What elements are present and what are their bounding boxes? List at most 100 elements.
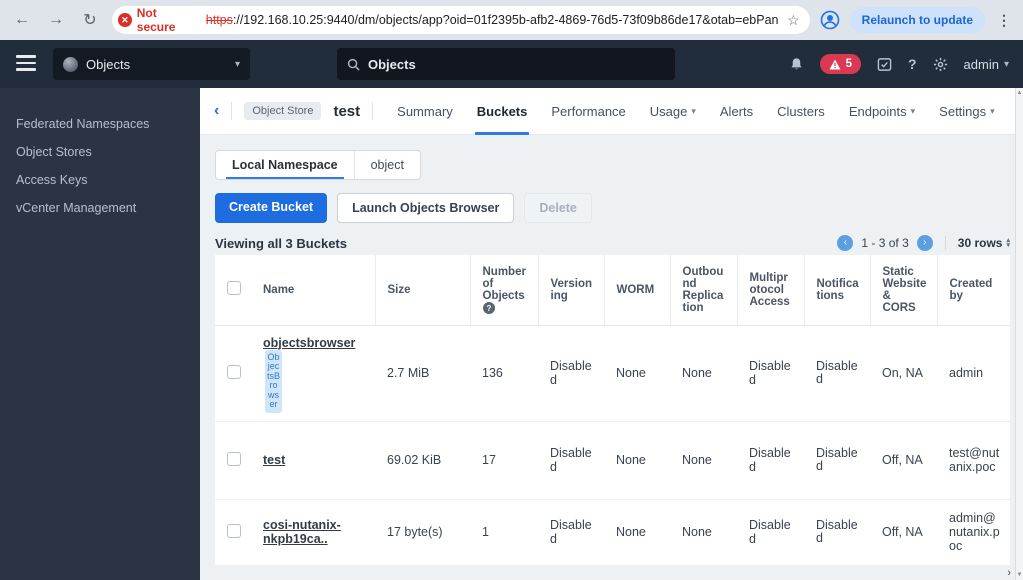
versioning-cell: Disabled (550, 359, 592, 387)
url-protocol: https (205, 13, 233, 27)
user-menu[interactable]: admin ▾ (964, 57, 1009, 72)
col-outbound-replication: Outbound Replication (669, 255, 737, 326)
chevron-down-icon: ▾ (910, 105, 916, 116)
objects-count-cell: 17 (470, 420, 538, 499)
sidebar-item-vcenter-management[interactable]: vCenter Management (0, 194, 200, 222)
namespace-tabs: Local Namespace object (215, 150, 421, 180)
multiprotocol-access-cell: Disabled (749, 359, 791, 387)
col-worm: WORM (603, 255, 670, 326)
tasks-icon[interactable] (877, 57, 892, 72)
danger-icon: ✕ (118, 13, 132, 27)
address-bar[interactable]: ✕ Not secure https://192.168.10.25:9440/… (112, 6, 810, 34)
col-notifications: Notifications (803, 255, 870, 326)
bucket-name-link[interactable]: objectsbrowser (263, 336, 355, 350)
tab-summary[interactable]: Summary (397, 88, 453, 135)
reload-icon[interactable]: ↻ (78, 8, 102, 32)
size-cell: 2.7 MiB (387, 366, 430, 380)
size-cell: 69.02 KiB (375, 420, 470, 499)
col-multiprotocol-access: Multiprotocol Access (736, 255, 804, 326)
notifications-cell: Disabled (804, 498, 870, 565)
scroll-down-icon[interactable]: ▼ (1016, 572, 1023, 578)
tab-endpoints[interactable]: Endpoints ▾ (849, 88, 915, 135)
select-all-checkbox[interactable] (227, 281, 241, 296)
buckets-table: Name Size Number of Objects ? Versioning… (215, 255, 1010, 565)
app-selector[interactable]: Objects ▾ (53, 48, 250, 80)
row-checkbox[interactable] (227, 364, 241, 379)
notifications-cell: Disabled (804, 420, 870, 499)
entity-header: ‹ Object Store test Summary Buckets Perf… (200, 88, 1015, 135)
entity-name: test (333, 102, 361, 120)
warning-icon (829, 59, 841, 69)
tab-alerts[interactable]: Alerts (720, 88, 753, 135)
browser-menu-icon[interactable]: ⋮ (995, 12, 1013, 29)
notifications-cell: Disabled (816, 359, 858, 386)
table-row: objectsbrowserObjectsBrowser 2.7 MiB 136… (215, 325, 1010, 421)
tab-buckets[interactable]: Buckets (474, 88, 529, 135)
outbound-replication-cell: None (670, 498, 737, 565)
col-size: Size (374, 255, 470, 326)
delete-button: Delete (524, 193, 592, 223)
bucket-name-cell: test (251, 420, 375, 499)
objects-app-icon (63, 56, 78, 72)
search-value: Objects (368, 56, 416, 72)
not-secure-badge[interactable]: ✕ Not secure (118, 6, 198, 34)
forward-icon[interactable]: → (44, 8, 68, 32)
global-search-input[interactable]: Objects (337, 48, 675, 80)
sidebar-item-object-stores[interactable]: Object Stores (0, 138, 200, 166)
versioning-cell: Disabled (538, 498, 604, 565)
alerts-badge[interactable]: 5 (819, 54, 861, 74)
tab-usage[interactable]: Usage ▾ (650, 88, 696, 135)
sidebar-item-federated-namespaces[interactable]: Federated Namespaces (0, 110, 200, 138)
size-cell: 17 byte(s) (375, 498, 470, 565)
viewing-label: Viewing all 3 Buckets (215, 235, 347, 251)
tab-settings[interactable]: Settings ▾ (939, 88, 995, 135)
browser-chrome: ← → ↻ ✕ Not secure https://192.168.10.25… (0, 0, 1023, 40)
entity-type-badge: Object Store (244, 102, 322, 120)
tab-clusters[interactable]: Clusters (777, 88, 825, 135)
tab-endpoints-label: Endpoints (848, 103, 907, 119)
profile-icon[interactable] (820, 10, 840, 30)
header-right-cluster: 5 ? admin ▾ (789, 40, 1009, 88)
row-checkbox[interactable] (227, 451, 241, 466)
page-prev-icon[interactable]: ‹ (837, 235, 854, 251)
not-secure-label: Not secure (136, 6, 176, 34)
user-name: admin (963, 56, 999, 72)
rows-per-page-select[interactable]: 30 rows ▴ ▾ (958, 236, 1010, 250)
help-icon[interactable]: ? (482, 301, 495, 314)
row-checkbox[interactable] (227, 523, 241, 538)
row-select-cell (215, 420, 251, 499)
tab-performance[interactable]: Performance (551, 88, 625, 135)
tab-object[interactable]: object (353, 151, 420, 179)
bucket-name-link[interactable]: test (263, 453, 285, 467)
hamburger-menu-icon[interactable] (16, 55, 36, 75)
tab-usage-label: Usage (649, 103, 688, 119)
back-chevron-icon[interactable]: ‹ (214, 103, 219, 119)
divider (944, 236, 946, 250)
horizontal-scroll-right-icon[interactable]: › (1007, 567, 1011, 579)
select-all-cell (215, 255, 251, 326)
divider (231, 102, 233, 120)
page-next-icon[interactable]: › (916, 235, 933, 251)
scroll-up-icon[interactable]: ▲ (1016, 90, 1023, 96)
static-website-cell: On, NA (882, 366, 923, 380)
create-bucket-button[interactable]: Create Bucket (215, 193, 328, 223)
bucket-name-link[interactable]: cosi-nutanix-nkpb19ca.. (263, 518, 341, 546)
row-select-cell (215, 325, 251, 421)
relaunch-button[interactable]: Relaunch to update (849, 7, 985, 33)
url-text: https://192.168.10.25:9440/dm/objects/ap… (206, 13, 779, 27)
bell-icon[interactable] (789, 57, 804, 72)
bookmark-star-icon[interactable]: ☆ (787, 12, 800, 29)
chevron-down-icon: ▾ (691, 105, 696, 116)
help-menu-icon[interactable]: ? (908, 56, 917, 72)
launch-objects-browser-button[interactable]: Launch Objects Browser (337, 193, 515, 223)
sidebar-item-access-keys[interactable]: Access Keys (0, 166, 200, 194)
worm-cell: None (604, 498, 670, 565)
back-icon[interactable]: ← (10, 8, 34, 32)
table-header-row: Name Size Number of Objects ? Versioning… (215, 255, 1010, 326)
list-header: Viewing all 3 Buckets ‹ 1 - 3 of 3 › 30 … (215, 235, 1010, 251)
bucket-name-cell: objectsbrowserObjectsBrowser (251, 325, 375, 421)
gear-icon[interactable] (933, 57, 948, 72)
tab-local-namespace[interactable]: Local Namespace (216, 151, 354, 179)
vertical-scrollbar[interactable]: ▲ ▼ (1015, 88, 1023, 580)
created-by-cell: test@nutanix.poc (937, 420, 1010, 499)
